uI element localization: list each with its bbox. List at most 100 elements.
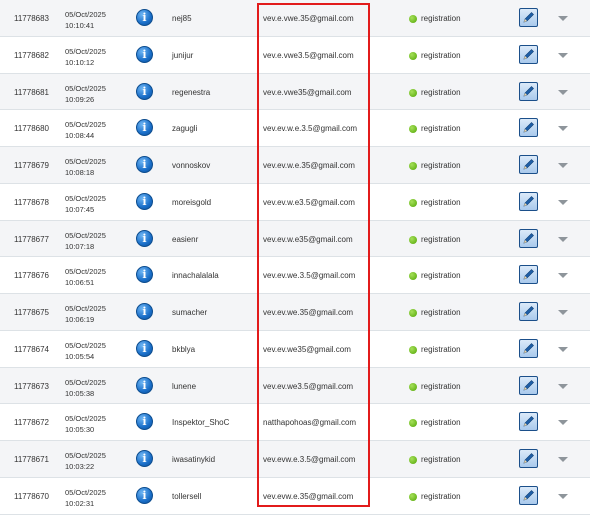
row-id: 11778676 bbox=[14, 271, 49, 281]
row-username: zagugli bbox=[172, 124, 198, 134]
row-username: regenestra bbox=[172, 87, 211, 97]
row-username: bkblya bbox=[172, 344, 196, 354]
row-id: 11778671 bbox=[14, 455, 49, 464]
info-icon[interactable]: i bbox=[136, 303, 153, 320]
row-id: 11778673 bbox=[14, 381, 49, 391]
pencil-edit-icon[interactable] bbox=[519, 265, 538, 285]
row-id: 11778680 bbox=[14, 124, 49, 134]
row-username: innachalalala bbox=[172, 271, 219, 281]
row-status: registration bbox=[421, 344, 461, 354]
pencil-edit-icon[interactable] bbox=[519, 191, 538, 211]
table-row: 11778679 05/Oct/2025 10:08:18 i vonnosko… bbox=[0, 147, 590, 184]
info-icon[interactable]: i bbox=[136, 450, 153, 467]
chevron-down-icon[interactable] bbox=[558, 420, 568, 426]
registrations-table: 11778683 05/Oct/2025 10:10:41 i nej85 ve… bbox=[0, 0, 590, 515]
row-time: 10:07:45 bbox=[65, 204, 95, 214]
chevron-down-icon[interactable] bbox=[558, 52, 568, 58]
row-id: 11778679 bbox=[14, 161, 49, 170]
info-icon[interactable]: i bbox=[136, 339, 153, 357]
pencil-edit-icon[interactable] bbox=[519, 375, 538, 395]
row-date: 05/Oct/2025 bbox=[65, 120, 106, 130]
row-datetime: 05/Oct/2025 10:06:51 bbox=[65, 266, 106, 288]
row-status: registration bbox=[421, 381, 461, 391]
row-time: 10:03:22 bbox=[65, 462, 95, 471]
row-datetime: 05/Oct/2025 10:05:54 bbox=[65, 340, 106, 362]
row-datetime: 05/Oct/2025 10:09:26 bbox=[65, 83, 106, 105]
row-date: 05/Oct/2025 bbox=[65, 83, 106, 93]
pencil-edit-icon[interactable] bbox=[519, 485, 538, 505]
table-row: 11778675 05/Oct/2025 10:06:19 i sumacher… bbox=[0, 294, 590, 331]
pencil-edit-icon[interactable] bbox=[519, 228, 538, 248]
row-email: vev.e.vwe35@gmail.com bbox=[263, 87, 352, 97]
pencil-edit-icon[interactable] bbox=[519, 449, 538, 468]
row-time: 10:02:31 bbox=[65, 498, 95, 508]
row-time: 10:05:54 bbox=[65, 351, 95, 361]
info-icon[interactable]: i bbox=[136, 486, 153, 504]
row-email: vev.ev.we3.5@gmail.com bbox=[263, 381, 354, 391]
pencil-edit-icon[interactable] bbox=[519, 8, 538, 27]
chevron-down-icon[interactable] bbox=[558, 493, 568, 499]
row-username: iwasatinykid bbox=[172, 455, 216, 464]
table-row: 11778674 05/Oct/2025 10:05:54 i bkblya v… bbox=[0, 330, 590, 368]
green-dot-icon bbox=[409, 309, 417, 317]
pencil-edit-icon[interactable] bbox=[519, 412, 538, 432]
row-email: vev.evw.e.3.5@gmail.com bbox=[263, 455, 356, 464]
row-time: 10:08:44 bbox=[65, 131, 95, 141]
chevron-down-icon[interactable] bbox=[558, 16, 568, 21]
info-icon[interactable]: i bbox=[136, 376, 153, 394]
chevron-down-icon[interactable] bbox=[558, 236, 568, 242]
row-date: 05/Oct/2025 bbox=[65, 451, 106, 460]
chevron-down-icon[interactable] bbox=[558, 457, 568, 462]
row-date: 05/Oct/2025 bbox=[65, 46, 106, 56]
row-username: junijur bbox=[172, 50, 194, 60]
pencil-edit-icon[interactable] bbox=[519, 44, 538, 64]
row-username: Inspektor_ShoC bbox=[172, 418, 230, 428]
table-row: 11778680 05/Oct/2025 10:08:44 i zagugli … bbox=[0, 110, 590, 147]
row-datetime: 05/Oct/2025 10:08:44 bbox=[65, 119, 106, 141]
row-status: registration bbox=[421, 197, 461, 207]
table-row: 11778672 05/Oct/2025 10:05:30 i Inspekto… bbox=[0, 404, 590, 441]
row-date: 05/Oct/2025 bbox=[65, 230, 106, 240]
pencil-edit-icon[interactable] bbox=[519, 302, 538, 321]
row-email: vev.e.vwe.35@gmail.com bbox=[263, 14, 354, 23]
green-dot-icon bbox=[409, 51, 417, 60]
chevron-down-icon[interactable] bbox=[558, 310, 568, 315]
row-date: 05/Oct/2025 bbox=[65, 157, 106, 166]
row-date: 05/Oct/2025 bbox=[65, 377, 106, 387]
green-dot-icon bbox=[409, 198, 417, 207]
info-icon[interactable]: i bbox=[136, 45, 153, 63]
info-icon[interactable]: i bbox=[136, 9, 153, 26]
chevron-down-icon[interactable] bbox=[558, 89, 568, 95]
chevron-down-icon[interactable] bbox=[558, 199, 568, 205]
info-icon[interactable]: i bbox=[136, 229, 153, 247]
chevron-down-icon[interactable] bbox=[558, 273, 568, 279]
info-icon[interactable]: i bbox=[136, 82, 153, 100]
table-row: 11778676 05/Oct/2025 10:06:51 i innachal… bbox=[0, 257, 590, 294]
pencil-edit-icon[interactable] bbox=[519, 81, 538, 101]
pencil-edit-icon[interactable] bbox=[519, 338, 538, 358]
info-icon[interactable]: i bbox=[136, 266, 153, 284]
table-row: 11778678 05/Oct/2025 10:07:45 i moreisgo… bbox=[0, 183, 590, 221]
row-id: 11778675 bbox=[14, 308, 49, 317]
row-time: 10:10:41 bbox=[65, 21, 95, 30]
chevron-down-icon[interactable] bbox=[558, 163, 568, 168]
info-icon[interactable]: i bbox=[136, 156, 153, 173]
table-row: 11778681 05/Oct/2025 10:09:26 i regenest… bbox=[0, 73, 590, 111]
info-icon[interactable]: i bbox=[136, 413, 153, 431]
row-datetime: 05/Oct/2025 10:07:18 bbox=[65, 230, 106, 252]
green-dot-icon bbox=[409, 162, 417, 170]
row-status: registration bbox=[421, 308, 461, 317]
row-status: registration bbox=[421, 491, 461, 501]
green-dot-icon bbox=[409, 419, 417, 428]
chevron-down-icon[interactable] bbox=[558, 126, 568, 132]
row-datetime: 05/Oct/2025 10:02:31 bbox=[65, 487, 106, 509]
info-icon[interactable]: i bbox=[136, 119, 153, 137]
row-time: 10:09:26 bbox=[65, 94, 95, 104]
chevron-down-icon[interactable] bbox=[558, 383, 568, 389]
pencil-edit-icon[interactable] bbox=[519, 155, 538, 174]
row-email: vev.ev.w.e.3.5@gmail.com bbox=[263, 124, 358, 134]
row-id: 11778672 bbox=[14, 418, 49, 428]
info-icon[interactable]: i bbox=[136, 192, 153, 210]
chevron-down-icon[interactable] bbox=[558, 346, 568, 352]
pencil-edit-icon[interactable] bbox=[519, 118, 538, 138]
